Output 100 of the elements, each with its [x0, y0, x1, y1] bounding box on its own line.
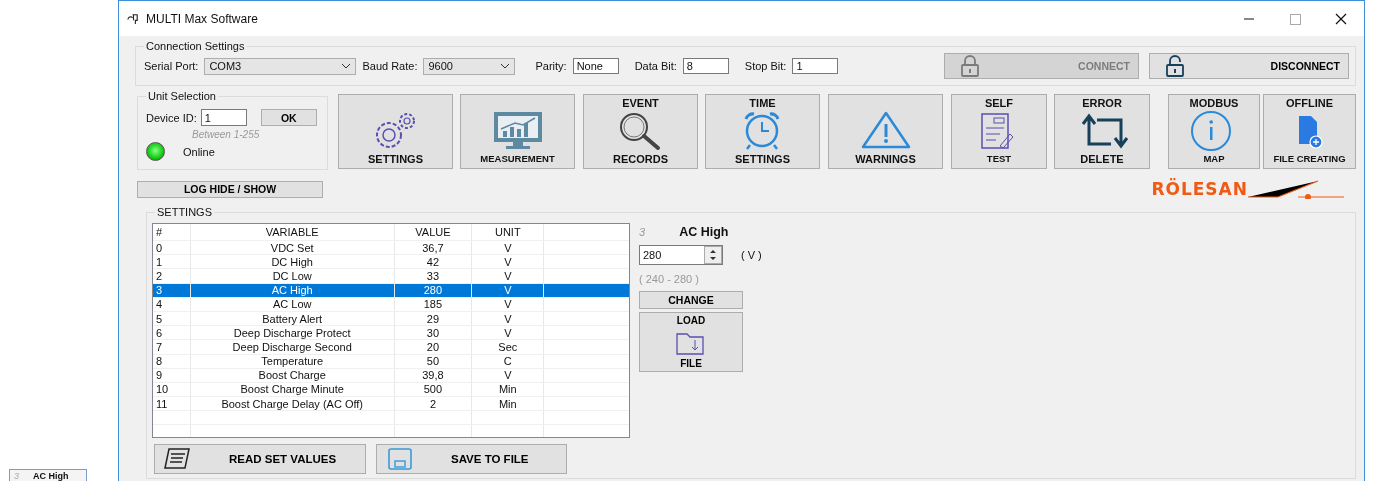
table-cell: Sec: [471, 339, 544, 354]
tool-button[interactable]: TIME SETTINGS: [705, 94, 820, 169]
text-field[interactable]: 1: [792, 58, 839, 74]
range-text: ( 240 - 280 ): [639, 273, 699, 285]
dropdown[interactable]: 9600: [423, 57, 516, 75]
table-cell: 29: [394, 311, 472, 326]
table-cell: DC Low: [190, 268, 394, 284]
tool-button[interactable]: MODBUS MAP: [1168, 94, 1260, 169]
table-cell: 2: [394, 396, 472, 411]
text-field[interactable]: None: [572, 58, 619, 74]
field-label: Baud Rate:: [362, 60, 418, 72]
table-cell: 7: [153, 339, 191, 354]
change-button[interactable]: CHANGE: [639, 291, 743, 309]
table-cell: 10: [153, 382, 191, 397]
field-label: Device ID:: [146, 111, 197, 124]
table-cell: 39,8: [394, 368, 472, 383]
unit-text: ( V ): [741, 249, 762, 261]
app-icon: [127, 12, 140, 25]
load-file-button[interactable]: LOAD FILE: [639, 312, 743, 372]
column-header: UNIT: [471, 224, 544, 241]
table-cell: 2: [153, 268, 191, 284]
lock-icon: [959, 55, 981, 77]
index-text: 3: [14, 470, 19, 481]
variable-title: AC High: [679, 225, 729, 239]
table-cell: Min: [471, 396, 544, 411]
table-cell: V: [471, 325, 544, 340]
text-field[interactable]: 8: [682, 58, 729, 74]
table-row[interactable]: 11 Boost Charge Delay (AC Off) 2 Min: [153, 396, 629, 411]
value-spinbox[interactable]: 280: [639, 245, 723, 265]
read-values-button[interactable]: READ SET VALUES: [154, 444, 366, 474]
table-cell: Deep Discharge Protect: [190, 325, 394, 340]
column-header: VARIABLE: [190, 224, 394, 241]
save-file-button[interactable]: SAVE TO FILE: [376, 444, 567, 474]
table-cell: C: [471, 354, 544, 369]
group-legend: Unit Selection: [146, 90, 218, 102]
chevron-down-icon: [500, 63, 511, 69]
table-cell: Temperature: [190, 354, 394, 369]
table-cell: V: [471, 297, 544, 312]
group-legend: Connection Settings: [144, 40, 247, 52]
dropdown[interactable]: COM3: [204, 57, 357, 75]
tool-button[interactable]: SELF TEST: [951, 94, 1047, 169]
group-legend: SETTINGS: [155, 206, 214, 218]
table-cell: Boost Charge Delay (AC Off): [190, 396, 394, 411]
table-cell: 8: [153, 354, 191, 369]
unlocked-lock-icon: [1164, 55, 1186, 77]
field-label: Data Bit:: [634, 60, 677, 72]
table-cell: 9: [153, 368, 191, 383]
table-row[interactable]: 3 AC High 280 V: [153, 283, 629, 298]
table-cell: 33: [394, 268, 472, 284]
disconnect-button[interactable]: DISCONNECT: [1149, 53, 1349, 79]
table-row[interactable]: 5 Battery Alert 29 V: [153, 311, 629, 326]
spin-arrows-icon: [704, 246, 722, 264]
table-row[interactable]: 7 Deep Discharge Second 20 Sec: [153, 339, 629, 354]
table-cell: V: [471, 311, 544, 326]
table-cell: 20: [394, 339, 472, 354]
table-row[interactable]: 2 DC Low 33 V: [153, 268, 629, 284]
table-cell: 11: [153, 396, 191, 411]
field-label: Stop Bit:: [744, 60, 787, 72]
table-cell: V: [471, 254, 544, 269]
table-row[interactable]: 8 Temperature 50 C: [153, 354, 629, 369]
tool-button[interactable]: EVENT RECORDS: [583, 94, 698, 169]
title-text: AC High: [33, 470, 69, 481]
table-cell: 30: [394, 325, 472, 340]
table-row[interactable]: 9 Boost Charge 39,8 V: [153, 368, 629, 383]
tool-button[interactable]: SETTINGS: [338, 94, 453, 169]
table-cell: V: [471, 368, 544, 383]
table-cell: 0: [153, 240, 191, 255]
table-row[interactable]: 4 AC Low 185 V: [153, 297, 629, 312]
table-cell: V: [471, 240, 544, 255]
table-cell: Boost Charge Minute: [190, 382, 394, 397]
table-cell: Min: [471, 382, 544, 397]
status-text: Online: [183, 145, 215, 158]
table-cell: Battery Alert: [190, 311, 394, 326]
table-row[interactable]: 1 DC High 42 V: [153, 254, 629, 269]
hint-text: Between 1-255: [192, 129, 261, 140]
tool-button[interactable]: OFFLINE FILE CREATING: [1263, 94, 1356, 169]
table-cell: Deep Discharge Second: [190, 339, 394, 354]
table-cell: 185: [394, 297, 472, 312]
table-cell: 4: [153, 297, 191, 312]
field-label: Parity:: [535, 60, 567, 72]
table-row[interactable]: 6 Deep Discharge Protect 30 V: [153, 325, 629, 340]
table-cell: 500: [394, 382, 472, 397]
tool-button[interactable]: ERROR DELETE: [1054, 94, 1150, 169]
table-cell: AC Low: [190, 297, 394, 312]
tool-button[interactable]: MEASUREMENT: [460, 94, 575, 169]
logo: RÖLESAN: [1151, 179, 1348, 199]
table-cell: 6: [153, 325, 191, 340]
log-toggle-button[interactable]: LOG HIDE / SHOW: [137, 180, 323, 198]
table-cell: 5: [153, 311, 191, 326]
field-label: Serial Port:: [144, 60, 199, 72]
ok-button[interactable]: OK: [260, 109, 317, 126]
table-cell: 36,7: [394, 240, 472, 255]
table-cell: VDC Set: [190, 240, 394, 255]
tool-button[interactable]: WARNINGS: [828, 94, 943, 169]
column-header: VALUE: [394, 224, 472, 241]
table-row[interactable]: 0 VDC Set 36,7 V: [153, 240, 629, 255]
device-id-field[interactable]: 1: [200, 109, 247, 126]
table-cell: 50: [394, 354, 472, 369]
table-cell: 1: [153, 254, 191, 269]
table-row[interactable]: 10 Boost Charge Minute 500 Min: [153, 382, 629, 397]
